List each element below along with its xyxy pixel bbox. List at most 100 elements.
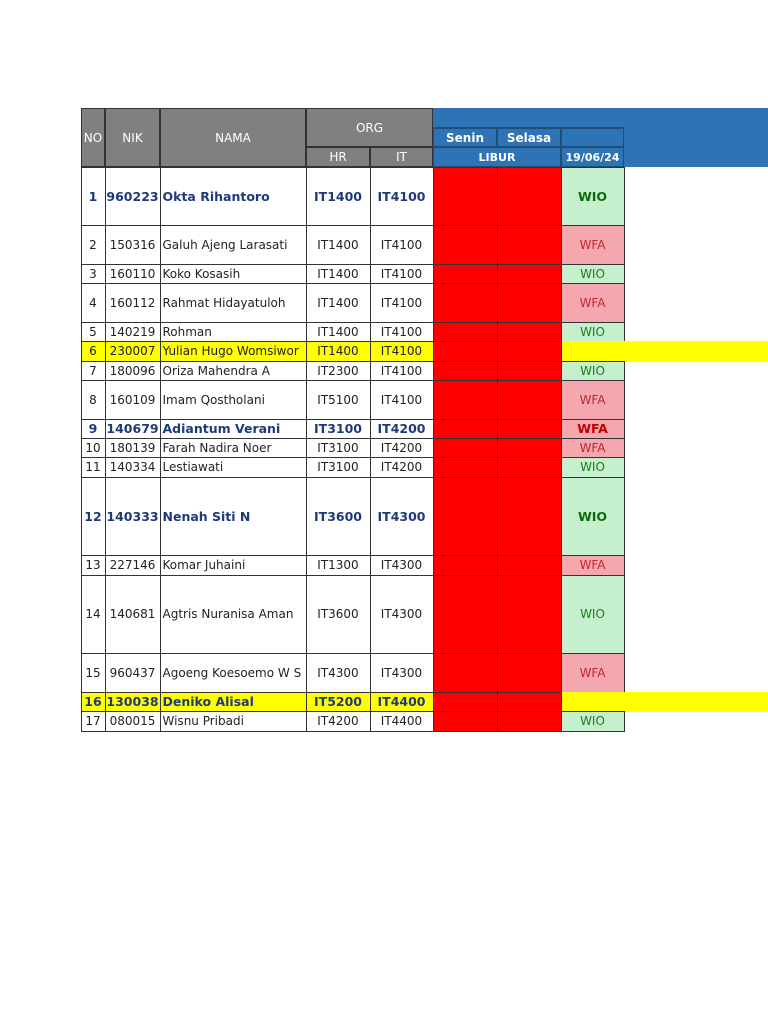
cell-nik[interactable]: 140679: [104, 418, 161, 439]
cell-it[interactable]: IT4300: [369, 554, 434, 576]
cell-no[interactable]: 16: [80, 691, 106, 712]
cell-it[interactable]: IT4300: [369, 652, 434, 693]
status-badge[interactable]: WFA: [560, 437, 625, 458]
cell-selasa-libur[interactable]: [496, 456, 562, 478]
status-badge[interactable]: WIO: [560, 456, 625, 478]
cell-no[interactable]: 5: [80, 321, 106, 342]
cell-nama[interactable]: Adiantum Verani: [159, 418, 307, 439]
cell-senin-libur[interactable]: [432, 652, 498, 693]
cell-hr[interactable]: IT1400: [305, 263, 371, 284]
cell-it[interactable]: IT4100: [369, 340, 434, 362]
cell-hr[interactable]: IT3600: [305, 574, 371, 654]
cell-senin-libur[interactable]: [432, 437, 498, 458]
cell-senin-libur[interactable]: [432, 321, 498, 342]
cell-senin-libur[interactable]: [432, 456, 498, 478]
cell-selasa-libur[interactable]: [496, 652, 562, 693]
cell-it[interactable]: IT4100: [369, 263, 434, 284]
status-badge[interactable]: WFA: [560, 379, 625, 420]
cell-no[interactable]: 1: [80, 166, 106, 226]
cell-it[interactable]: IT4300: [369, 476, 434, 556]
cell-nama[interactable]: Rohman: [159, 321, 307, 342]
cell-selasa-libur[interactable]: [496, 263, 562, 284]
cell-no[interactable]: 15: [80, 652, 106, 693]
cell-nama[interactable]: Yulian Hugo Womsiwor: [159, 340, 307, 362]
cell-selasa-libur[interactable]: [496, 418, 562, 439]
cell-no[interactable]: 4: [80, 282, 106, 323]
cell-senin-libur[interactable]: [432, 340, 498, 362]
cell-selasa-libur[interactable]: [496, 379, 562, 420]
cell-senin-libur[interactable]: [432, 574, 498, 654]
cell-it[interactable]: IT4100: [369, 360, 434, 381]
cell-nik[interactable]: 160109: [104, 379, 161, 420]
status-badge[interactable]: WIO: [560, 710, 625, 732]
cell-nama[interactable]: Imam Qostholani: [159, 379, 307, 420]
cell-senin-libur[interactable]: [432, 476, 498, 556]
cell-hr[interactable]: IT5200: [305, 691, 371, 712]
cell-nik[interactable]: 960437: [104, 652, 161, 693]
cell-nik[interactable]: 140681: [104, 574, 161, 654]
cell-hr[interactable]: IT1400: [305, 166, 371, 226]
cell-selasa-libur[interactable]: [496, 691, 562, 712]
cell-hr[interactable]: IT2300: [305, 360, 371, 381]
cell-nik[interactable]: 160112: [104, 282, 161, 323]
status-badge[interactable]: WFA: [560, 554, 625, 576]
cell-it[interactable]: IT4400: [369, 710, 434, 732]
status-badge[interactable]: WIO: [560, 574, 625, 654]
cell-senin-libur[interactable]: [432, 282, 498, 323]
cell-hr[interactable]: IT1400: [305, 340, 371, 362]
cell-no[interactable]: 7: [80, 360, 106, 381]
cell-hr[interactable]: IT3600: [305, 476, 371, 556]
cell-no[interactable]: 8: [80, 379, 106, 420]
cell-selasa-libur[interactable]: [496, 574, 562, 654]
cell-senin-libur[interactable]: [432, 166, 498, 226]
cell-nik[interactable]: 140219: [104, 321, 161, 342]
cell-nik[interactable]: 140334: [104, 456, 161, 478]
cell-nik[interactable]: 150316: [104, 224, 161, 265]
cell-nik[interactable]: 180139: [104, 437, 161, 458]
cell-hr[interactable]: IT3100: [305, 437, 371, 458]
cell-senin-libur[interactable]: [432, 360, 498, 381]
cell-senin-libur[interactable]: [432, 710, 498, 732]
cell-hr[interactable]: IT4200: [305, 710, 371, 732]
cell-no[interactable]: 14: [80, 574, 106, 654]
cell-nik[interactable]: 230007: [104, 340, 161, 362]
cell-nama[interactable]: Wisnu Pribadi: [159, 710, 307, 732]
cell-no[interactable]: 6: [80, 340, 106, 362]
status-badge[interactable]: WIO: [560, 263, 625, 284]
cell-senin-libur[interactable]: [432, 691, 498, 712]
cell-nama[interactable]: Galuh Ajeng Larasati: [159, 224, 307, 265]
cell-it[interactable]: IT4200: [369, 418, 434, 439]
cell-it[interactable]: IT4200: [369, 437, 434, 458]
cell-senin-libur[interactable]: [432, 224, 498, 265]
cell-selasa-libur[interactable]: [496, 710, 562, 732]
cell-nama[interactable]: Agoeng Koesoemo W S: [159, 652, 307, 693]
cell-nama[interactable]: Okta Rihantoro: [159, 166, 307, 226]
cell-senin-libur[interactable]: [432, 263, 498, 284]
cell-selasa-libur[interactable]: [496, 321, 562, 342]
cell-nik[interactable]: 180096: [104, 360, 161, 381]
cell-selasa-libur[interactable]: [496, 360, 562, 381]
cell-it[interactable]: IT4100: [369, 224, 434, 265]
cell-nik[interactable]: 140333: [104, 476, 161, 556]
cell-it[interactable]: IT4400: [369, 691, 434, 712]
cell-no[interactable]: 9: [80, 418, 106, 439]
cell-selasa-libur[interactable]: [496, 340, 562, 362]
cell-nama[interactable]: Komar Juhaini: [159, 554, 307, 576]
cell-senin-libur[interactable]: [432, 418, 498, 439]
status-badge[interactable]: WIO: [560, 166, 625, 226]
cell-selasa-libur[interactable]: [496, 437, 562, 458]
status-badge[interactable]: WFA: [560, 652, 625, 693]
cell-nik[interactable]: 227146: [104, 554, 161, 576]
status-badge[interactable]: WFA: [560, 224, 625, 265]
cell-nama[interactable]: Nenah Siti N: [159, 476, 307, 556]
cell-no[interactable]: 10: [80, 437, 106, 458]
cell-hr[interactable]: IT1300: [305, 554, 371, 576]
cell-it[interactable]: IT4100: [369, 379, 434, 420]
cell-hr[interactable]: IT1400: [305, 282, 371, 323]
cell-no[interactable]: 3: [80, 263, 106, 284]
cell-senin-libur[interactable]: [432, 554, 498, 576]
cell-it[interactable]: IT4300: [369, 574, 434, 654]
cell-it[interactable]: IT4100: [369, 282, 434, 323]
cell-nama[interactable]: Oriza Mahendra A: [159, 360, 307, 381]
cell-selasa-libur[interactable]: [496, 166, 562, 226]
